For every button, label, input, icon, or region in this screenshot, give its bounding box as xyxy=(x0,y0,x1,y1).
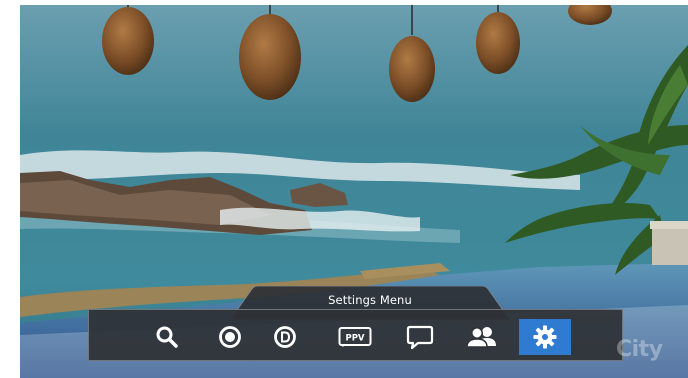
menu-bar: PPV xyxy=(88,309,623,361)
menu-item-search[interactable] xyxy=(141,319,193,355)
search-icon xyxy=(156,326,178,348)
menu-item-dvr[interactable] xyxy=(259,319,311,355)
menu-item-ppv[interactable]: PPV xyxy=(329,319,381,355)
gear-icon xyxy=(533,325,557,349)
users-icon xyxy=(466,327,496,348)
ppv-label: PPV xyxy=(345,334,364,344)
menu-item-record[interactable] xyxy=(204,319,256,355)
message-bubble-icon xyxy=(406,325,434,350)
menu-item-settings[interactable] xyxy=(519,319,571,355)
menu-title: Settings Menu xyxy=(328,293,412,307)
ppv-icon: PPV xyxy=(338,327,372,347)
channel-watermark: City xyxy=(616,337,663,362)
menu-item-profiles[interactable] xyxy=(456,319,508,355)
menu-item-messages[interactable] xyxy=(394,319,446,355)
tv-screen: Settings Menu PPV City xyxy=(20,5,688,378)
dvr-d-icon xyxy=(274,326,296,348)
record-icon xyxy=(219,326,241,348)
